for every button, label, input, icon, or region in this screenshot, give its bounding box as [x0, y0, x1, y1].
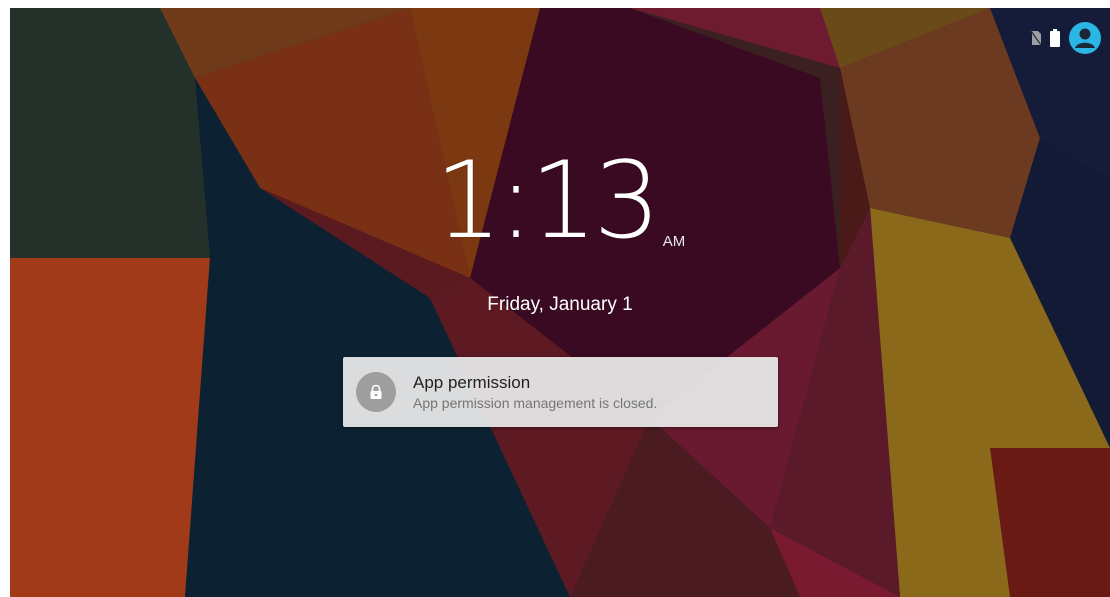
notification-text: App permission App permission management… [413, 372, 657, 413]
lock-screen: 1:13 AM Friday, January 1 App permission… [10, 8, 1110, 597]
clock-ampm: AM [662, 233, 686, 250]
clock: 1:13 AM [10, 148, 1110, 254]
notification-body: App permission management is closed. [413, 394, 658, 411]
lock-icon [370, 384, 382, 399]
clock-time: 1:13 [434, 139, 661, 262]
notification-icon [356, 372, 396, 412]
battery-icon [1050, 29, 1060, 47]
status-bar [1030, 18, 1102, 58]
user-account-icon[interactable] [1068, 21, 1102, 55]
notification-title: App permission [413, 372, 531, 392]
no-sim-icon [1030, 30, 1042, 46]
notification-card[interactable]: App permission App permission management… [343, 357, 778, 427]
date-label: Friday, January 1 [487, 294, 633, 315]
